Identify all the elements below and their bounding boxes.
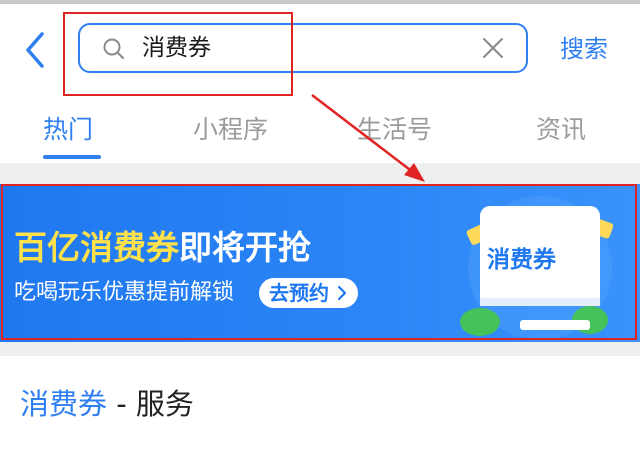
- tab-news[interactable]: 资讯: [536, 108, 586, 152]
- tab-active-indicator: [43, 155, 101, 159]
- tab-mini-program[interactable]: 小程序: [193, 108, 268, 152]
- search-button[interactable]: 搜索: [560, 30, 608, 68]
- result-keyword: 消费券: [20, 387, 108, 421]
- back-button[interactable]: [18, 30, 52, 70]
- annotation-box-banner: [1, 184, 637, 340]
- tab-hot[interactable]: 热门: [43, 108, 93, 152]
- search-result-item[interactable]: 消费券 - 服务: [20, 384, 194, 424]
- tab-bar: 热门 小程序 生活号 资讯: [0, 108, 640, 160]
- divider: [0, 342, 640, 356]
- close-icon[interactable]: [482, 37, 504, 59]
- status-strip: [0, 0, 640, 4]
- result-category: 服务: [135, 387, 194, 421]
- annotation-box-search: [63, 12, 293, 96]
- tab-life-account[interactable]: 生活号: [357, 108, 432, 152]
- chevron-left-icon: [26, 32, 44, 68]
- result-separator: -: [107, 387, 136, 421]
